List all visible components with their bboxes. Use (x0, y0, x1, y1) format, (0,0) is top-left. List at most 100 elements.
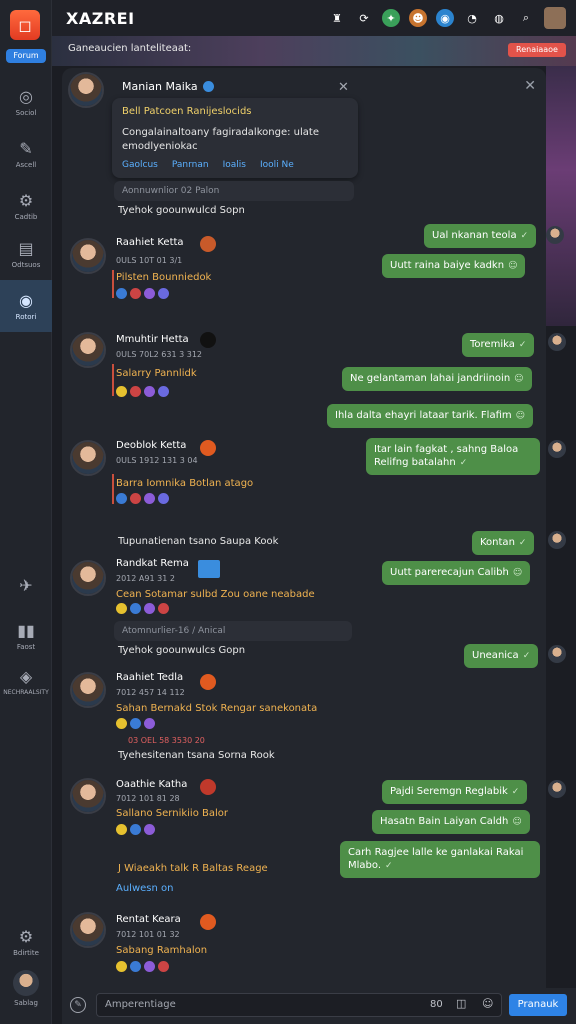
close-icon[interactable]: ✕ (524, 78, 536, 94)
search-icon[interactable]: ⌕ (517, 9, 535, 27)
globe-icon[interactable]: ◉ (436, 9, 454, 27)
reaction-icon[interactable] (130, 718, 141, 729)
popup-close-icon[interactable]: ✕ (338, 80, 349, 95)
message-text: Sallano Sernikiio Balor (116, 808, 228, 819)
rail-item-cadtib[interactable]: ⚙ Cadtib (0, 182, 52, 230)
search-chip[interactable]: Aonnuwnlior 02 Palon (114, 181, 354, 201)
popup-link[interactable]: Ioalis (223, 160, 246, 170)
reaction-icon[interactable] (144, 961, 155, 972)
outgoing-message[interactable]: Uutt parerecajun Calibh ☺ (382, 561, 531, 585)
reaction-icon[interactable] (144, 493, 155, 504)
image-icon[interactable] (198, 560, 220, 578)
banner-button[interactable]: Renaiaaoe (508, 43, 566, 57)
rail-item-send[interactable]: ✈ (0, 562, 52, 610)
message-author: Rentat Keara (116, 914, 181, 925)
message-text: Sabang Ramhalon (116, 945, 208, 956)
reaction-icon[interactable] (144, 603, 155, 614)
reaction-icon[interactable] (116, 386, 127, 397)
message-avatar[interactable] (70, 672, 106, 708)
bubble-text: Ihla dalta ehayri lataar tarik. Flafim (335, 410, 512, 421)
emoji-picker-icon[interactable]: ☺ (482, 997, 493, 1010)
rail-item-social[interactable]: ◎ Sociol (0, 78, 52, 126)
refresh-icon[interactable]: ⟳ (355, 9, 373, 27)
reactions[interactable] (116, 824, 155, 835)
message-text: Salarry Pannlidk (116, 368, 197, 379)
forum-pill[interactable]: Forum (6, 49, 46, 63)
reaction-icon[interactable] (158, 288, 169, 299)
outgoing-message[interactable]: Ihla dalta ehayri lataar tarik. Flafim ☺ (327, 404, 534, 428)
app-logo-icon[interactable]: ◻ (10, 10, 40, 40)
search-chip[interactable]: Atomnurlier-16 / Anical (114, 621, 352, 641)
reaction-icon[interactable] (144, 824, 155, 835)
reaction-icon[interactable] (144, 288, 155, 299)
outgoing-message[interactable]: Hasatn Bain Laiyan Caldh ☺ (372, 810, 530, 834)
rail-item-bdirtite[interactable]: ⚙ Bdirtite (0, 918, 52, 966)
reactions[interactable] (116, 961, 169, 972)
reaction-icon[interactable] (116, 961, 127, 972)
outgoing-message[interactable]: Toremika ✓ (462, 333, 535, 357)
trophy-icon[interactable]: ♜ (328, 9, 346, 27)
header-avatar[interactable] (68, 72, 104, 108)
system-line: Tyehesitenan tsana Sorna Rook (118, 750, 275, 761)
outgoing-message[interactable]: Ne gelantaman lahai jandriinoin ☺ (342, 367, 532, 391)
emoji-icon: ☺ (514, 374, 524, 384)
message-avatar[interactable] (70, 778, 106, 814)
emoji-icon (200, 332, 216, 348)
reaction-icon[interactable] (130, 386, 141, 397)
outgoing-message[interactable]: Uutt raina baiye kadkn ☺ (382, 254, 526, 278)
outgoing-message[interactable]: Pajdi Seremgn Reglabik ✓ (382, 780, 528, 804)
rail-item-rotori[interactable]: ◉ Rotori (0, 280, 52, 332)
reaction-icon[interactable] (144, 386, 155, 397)
message-avatar[interactable] (70, 440, 106, 476)
reactions[interactable] (116, 288, 169, 299)
message-avatar[interactable] (70, 912, 106, 948)
send-button[interactable]: Pranauk (509, 994, 567, 1016)
chat-icon[interactable]: ◍ (490, 9, 508, 27)
reaction-icon[interactable] (158, 493, 169, 504)
message-avatar[interactable] (70, 560, 106, 596)
message-meta: 0ULS 10T 01 3/1 (116, 256, 183, 265)
reaction-icon[interactable] (130, 288, 141, 299)
message-avatar[interactable] (70, 238, 106, 274)
reaction-icon[interactable] (144, 718, 155, 729)
reaction-icon[interactable] (130, 603, 141, 614)
outgoing-message[interactable]: Kontan ✓ (472, 531, 535, 555)
reaction-icon[interactable] (116, 603, 127, 614)
user-avatar[interactable] (544, 7, 566, 29)
game-icon[interactable]: ✦ (382, 9, 400, 27)
reaction-icon[interactable] (116, 824, 127, 835)
rail-item-profile[interactable]: Sablag (0, 964, 52, 1012)
rail-item-faost[interactable]: ▮▮ Faost (0, 612, 52, 660)
reactions[interactable] (116, 603, 169, 614)
reaction-icon[interactable] (158, 386, 169, 397)
reaction-icon[interactable] (158, 961, 169, 972)
reaction-icon[interactable] (130, 824, 141, 835)
outgoing-message[interactable]: Carh Ragjee lalle ke ganlakai Rakai Mlab… (340, 841, 540, 878)
reactions[interactable] (116, 386, 169, 397)
outgoing-message[interactable]: Itar lain fagkat , sahng Baloa Relifng b… (366, 438, 540, 475)
rail-item-ascell[interactable]: ✎ Ascell (0, 130, 52, 178)
left-rail: ◻ Forum ◎ Sociol ✎ Ascell ⚙ Cadtib ▤ Odt… (0, 0, 52, 1024)
sticker-icon[interactable]: ◫ (456, 997, 466, 1010)
bell-icon[interactable]: ◔ (463, 9, 481, 27)
popup-link[interactable]: Gaolcus (122, 160, 158, 170)
reaction-icon[interactable] (116, 288, 127, 299)
outgoing-message[interactable]: Uneanica ✓ (464, 644, 539, 668)
message-avatar[interactable] (70, 332, 106, 368)
outgoing-message[interactable]: Ual nkanan teola ✓ (424, 224, 537, 248)
popup-link[interactable]: Iooli Ne (260, 160, 294, 170)
rail-item-nechraalsity[interactable]: ◈ NECHRAALSITY (0, 658, 52, 706)
reaction-icon[interactable] (130, 493, 141, 504)
reaction-icon[interactable] (116, 493, 127, 504)
sender-avatar (548, 531, 566, 549)
popup-link[interactable]: Panrnan (172, 160, 209, 170)
rail-item-odtsuos[interactable]: ▤ Odtsuos (0, 230, 52, 278)
character-icon[interactable]: ☻ (409, 9, 427, 27)
reactions[interactable] (116, 493, 169, 504)
emoji-icon: ☺ (512, 568, 523, 578)
reaction-icon[interactable] (130, 961, 141, 972)
reactions[interactable] (116, 718, 155, 729)
reaction-icon[interactable] (116, 718, 127, 729)
attach-icon[interactable]: ✎ (70, 997, 86, 1013)
reaction-icon[interactable] (158, 603, 169, 614)
